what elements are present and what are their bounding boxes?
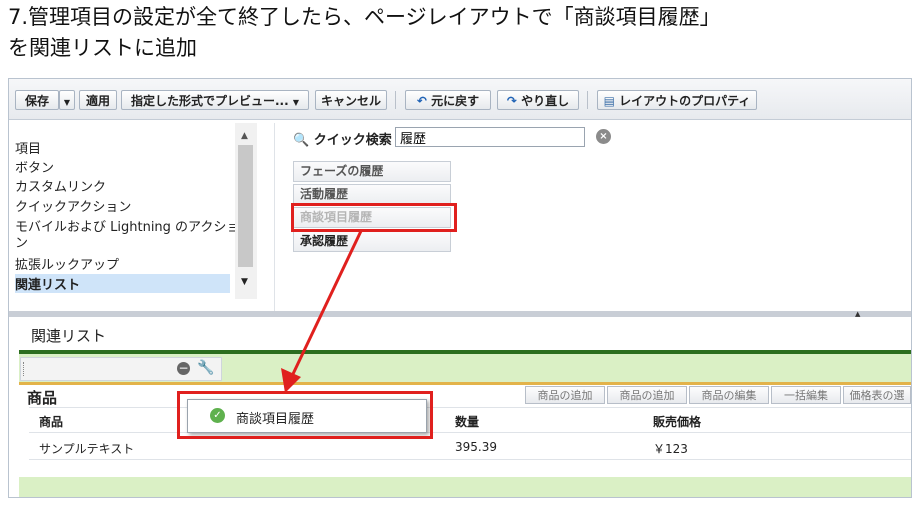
page-layout-editor: 保存 ▼ 適用 指定した形式でプレビュー... ▼ キャンセル ↶ 元に戻す ↷… <box>8 78 912 498</box>
caption-line-1: 7.管理項目の設定が全て終了したら、ページレイアウトで「商談項目履歴」 <box>8 5 721 29</box>
arrow-line <box>291 230 363 375</box>
instruction-caption: 7.管理項目の設定が全て終了したら、ページレイアウトで「商談項目履歴」 を関連リ… <box>8 2 721 64</box>
arrow-head <box>281 368 301 393</box>
drag-arrow-annotation <box>281 230 363 393</box>
caption-line-2: を関連リストに追加 <box>8 36 197 60</box>
